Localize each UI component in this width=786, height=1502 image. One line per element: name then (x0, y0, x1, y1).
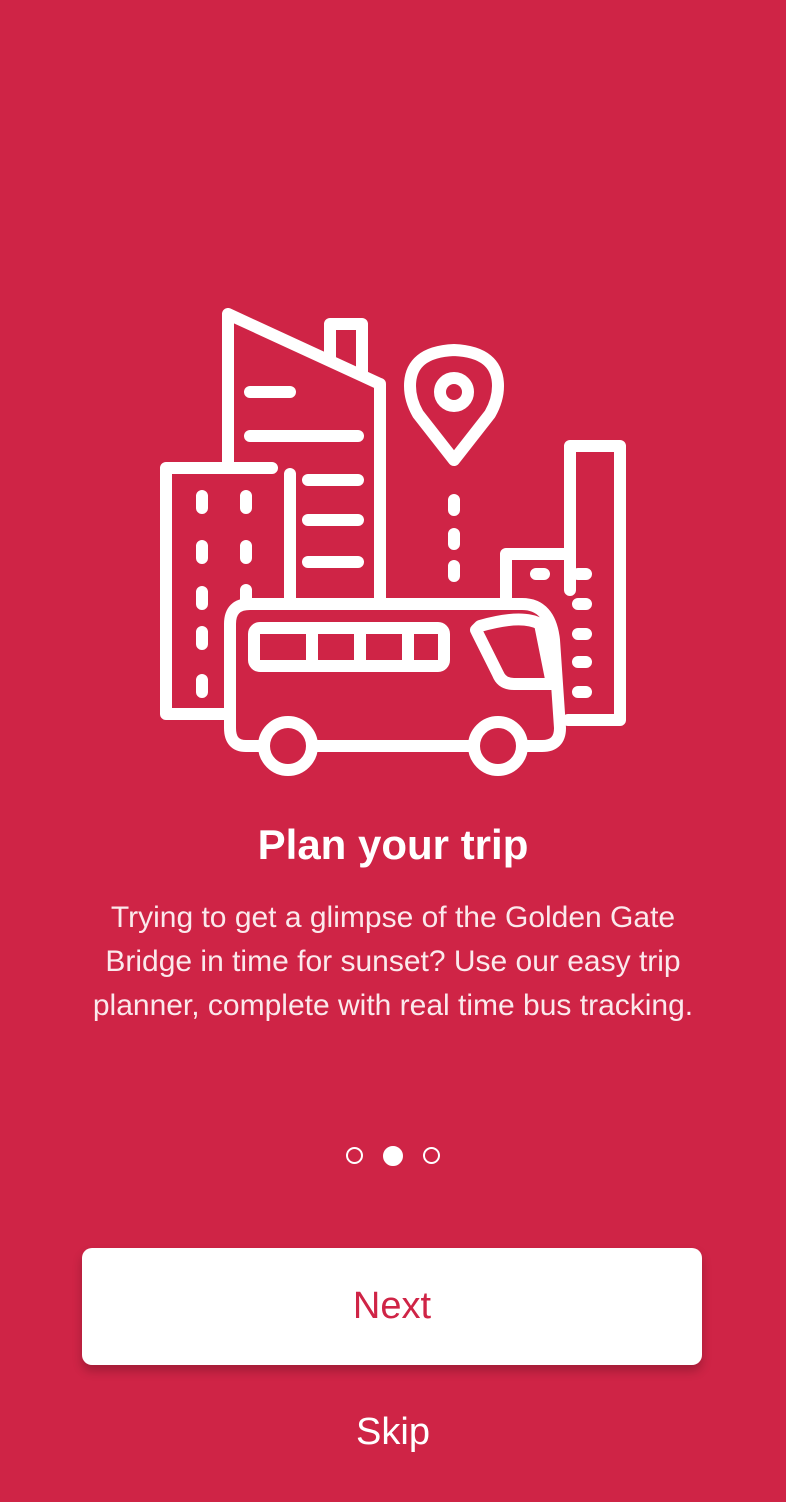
page-indicator-dot-active[interactable] (383, 1146, 403, 1166)
onboarding-description: Trying to get a glimpse of the Golden Ga… (92, 901, 694, 1022)
page-indicator-dot[interactable] (423, 1147, 440, 1164)
next-button[interactable]: Next (82, 1248, 702, 1365)
onboarding-screen: Plan your trip Trying to get a glimpse o… (0, 0, 786, 1502)
city-bus-location-icon (160, 308, 626, 776)
page-indicator (0, 1146, 786, 1166)
skip-button[interactable]: Skip (293, 1400, 493, 1464)
page-indicator-dot[interactable] (346, 1147, 363, 1164)
onboarding-title: Plan your trip (257, 821, 529, 868)
